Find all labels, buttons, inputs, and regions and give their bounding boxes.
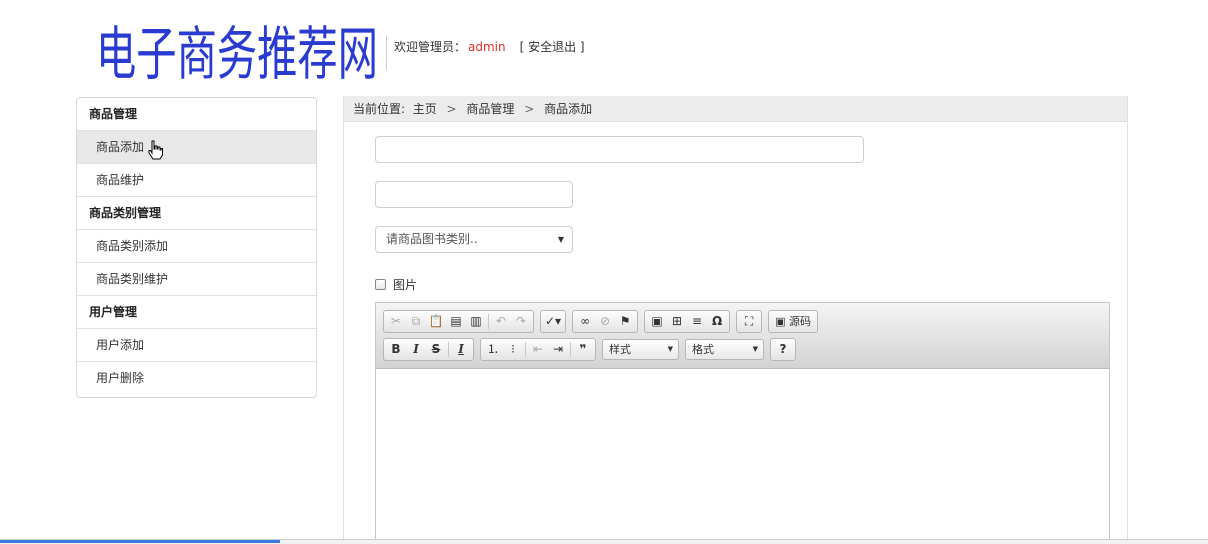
- breadcrumb-separator: >: [524, 102, 535, 116]
- rich-text-editor: ✂ ⧉ 📋 ▤ ▥ ↶ ↷ ✓▾ ∞ ⊘ ⚑ ▣ ⊞ ≡ Ω ⛶ ▣ 源码 B …: [375, 302, 1110, 544]
- product-price-input[interactable]: [375, 181, 573, 208]
- insert-group: ▣ ⊞ ≡ Ω: [644, 310, 731, 333]
- sidebar-item-user-add[interactable]: 用户添加: [77, 329, 316, 362]
- redo-icon[interactable]: ↷: [511, 312, 531, 331]
- sidebar-item-label: 商品类别添加: [96, 239, 169, 253]
- header-divider: [386, 36, 387, 70]
- unlink-icon[interactable]: ⊘: [595, 312, 615, 331]
- breadcrumb: 当前位置: 主页 > 商品管理 > 商品添加: [344, 96, 1127, 122]
- sidebar-item-label: 商品类别维护: [96, 272, 169, 286]
- format-combo-label: 格式: [692, 343, 714, 356]
- sidebar-item-label: 用户删除: [96, 371, 145, 385]
- paragraph-group: ⒈ ⁝ ⇤ ⇥ ❞: [480, 338, 596, 361]
- basic-style-group: B I S I: [383, 338, 474, 361]
- page-load-progress: [0, 540, 280, 543]
- cut-icon[interactable]: ✂: [386, 312, 406, 331]
- help-button[interactable]: ?: [773, 340, 793, 359]
- strikethrough-icon[interactable]: S: [426, 340, 446, 359]
- paste-word-icon[interactable]: ▥: [466, 312, 486, 331]
- editor-content-area[interactable]: [376, 369, 1109, 543]
- toolbar-divider: [525, 342, 526, 357]
- special-char-icon[interactable]: Ω: [707, 312, 727, 331]
- maximize-group: ⛶: [736, 310, 763, 333]
- toolbar-divider: [488, 314, 489, 329]
- chevron-down-icon: ▼: [752, 345, 758, 353]
- welcome-label: 欢迎管理员：: [394, 40, 467, 54]
- spellcheck-group: ✓▾: [540, 310, 567, 333]
- sidebar-item-category-add[interactable]: 商品类别添加: [77, 230, 316, 263]
- nav-group-user: 用户管理: [77, 296, 316, 329]
- toolbar-divider: [570, 342, 571, 357]
- horizontal-rule-icon[interactable]: ≡: [687, 312, 707, 331]
- chevron-down-icon: ▼: [557, 235, 564, 244]
- outdent-icon[interactable]: ⇤: [528, 340, 548, 359]
- category-select[interactable]: 请商品图书类别.. ▼: [375, 226, 573, 253]
- breadcrumb-section[interactable]: 商品管理: [466, 102, 514, 116]
- toolbar-divider: [448, 342, 449, 357]
- remove-format-icon[interactable]: I: [451, 340, 471, 359]
- sidebar-item-user-delete[interactable]: 用户删除: [77, 362, 316, 395]
- source-label: 源码: [788, 315, 811, 328]
- numbered-list-icon[interactable]: ⒈: [483, 340, 503, 359]
- image-icon[interactable]: ▣: [647, 312, 667, 331]
- welcome-bar: 欢迎管理员： admin [ 安全退出 ]: [394, 38, 585, 55]
- category-select-value: 请商品图书类别..: [386, 232, 478, 246]
- anchor-flag-icon[interactable]: ⚑: [615, 312, 635, 331]
- nav-group-category: 商品类别管理: [77, 197, 316, 230]
- site-logo: 电子商务推荐网: [92, 4, 382, 88]
- undo-icon[interactable]: ↶: [491, 312, 511, 331]
- sidebar-nav: 商品管理 商品添加 商品维护 商品类别管理 商品类别添加 商品类别维护 用户管理…: [76, 97, 317, 398]
- sidebar-item-label: 商品添加: [96, 140, 145, 154]
- source-doc-icon: ▣: [775, 315, 786, 328]
- clipboard-group: ✂ ⧉ 📋 ▤ ▥ ↶ ↷: [383, 310, 534, 333]
- blockquote-icon[interactable]: ❞: [573, 340, 593, 359]
- image-checkbox-row[interactable]: 图片: [375, 276, 417, 293]
- link-icon[interactable]: ∞: [575, 312, 595, 331]
- logout-link[interactable]: [ 安全退出 ]: [520, 40, 585, 54]
- product-name-input[interactable]: [375, 136, 864, 163]
- italic-icon[interactable]: I: [406, 340, 426, 359]
- hand-cursor-icon: [148, 140, 163, 160]
- main-panel: 当前位置: 主页 > 商品管理 > 商品添加 请商品图书类别.. ▼ 图片 ✂ …: [343, 96, 1128, 544]
- breadcrumb-home[interactable]: 主页: [413, 102, 437, 116]
- source-button[interactable]: ▣ 源码: [771, 312, 815, 331]
- editor-toolbar: ✂ ⧉ 📋 ▤ ▥ ↶ ↷ ✓▾ ∞ ⊘ ⚑ ▣ ⊞ ≡ Ω ⛶ ▣ 源码 B …: [376, 303, 1109, 369]
- sidebar-item-label: 商品维护: [96, 173, 145, 187]
- sidebar-item-product-add[interactable]: 商品添加: [77, 131, 316, 164]
- maximize-icon[interactable]: ⛶: [739, 312, 759, 331]
- format-combo[interactable]: 格式 ▼: [685, 339, 764, 360]
- indent-icon[interactable]: ⇥: [548, 340, 568, 359]
- image-checkbox[interactable]: [375, 279, 386, 290]
- paste-icon[interactable]: 📋: [426, 312, 446, 331]
- logo-text: 电子商务推荐网: [96, 20, 378, 88]
- bulleted-list-icon[interactable]: ⁝: [503, 340, 523, 359]
- link-group: ∞ ⊘ ⚑: [572, 310, 639, 333]
- breadcrumb-current: 商品添加: [544, 102, 593, 116]
- paste-text-icon[interactable]: ▤: [446, 312, 466, 331]
- style-combo[interactable]: 样式 ▼: [602, 339, 679, 360]
- bold-icon[interactable]: B: [386, 340, 406, 359]
- copy-icon[interactable]: ⧉: [406, 312, 426, 331]
- admin-username: admin: [468, 40, 506, 54]
- sidebar-item-product-maintain[interactable]: 商品维护: [77, 164, 316, 197]
- sidebar-item-category-maintain[interactable]: 商品类别维护: [77, 263, 316, 296]
- chevron-down-icon: ▼: [667, 345, 673, 353]
- spellcheck-icon[interactable]: ✓▾: [543, 312, 563, 331]
- image-checkbox-label: 图片: [393, 278, 418, 292]
- breadcrumb-prefix: 当前位置:: [353, 102, 406, 116]
- style-combo-label: 样式: [609, 343, 631, 356]
- breadcrumb-separator: >: [446, 102, 457, 116]
- table-icon[interactable]: ⊞: [667, 312, 687, 331]
- source-group: ▣ 源码: [768, 310, 818, 333]
- sidebar-item-label: 用户添加: [96, 338, 145, 352]
- help-group: ?: [770, 338, 796, 361]
- nav-group-product: 商品管理: [77, 98, 316, 131]
